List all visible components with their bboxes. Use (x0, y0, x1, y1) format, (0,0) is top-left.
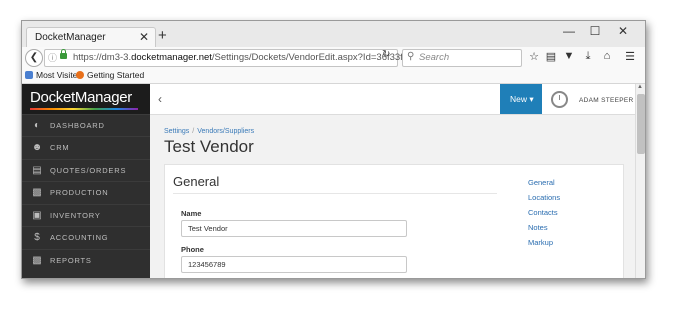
logo-text: DocketManager (30, 89, 132, 106)
user-menu[interactable]: ADAM STEEPER ▾ (579, 96, 639, 104)
back-arrow-icon[interactable]: ❮ (25, 49, 43, 67)
sidebar: DocketManager ◐ DASHBOARD ☻ CRM ▤ QUOTES… (22, 84, 150, 278)
sidebar-item-accounting[interactable]: $ ACCOUNTING (22, 226, 150, 249)
phone-field[interactable] (181, 256, 407, 273)
section-link-notes[interactable]: Notes (528, 223, 548, 232)
bookmark-getting-started[interactable]: Getting Started (76, 70, 144, 80)
section-link-contacts[interactable]: Contacts (528, 208, 558, 217)
most-visited-icon (25, 71, 33, 79)
reload-icon[interactable]: ↻ (382, 49, 390, 60)
download-icon[interactable]: ⤓ (580, 50, 596, 63)
address-bar[interactable]: ⓘ https://dm3-3.docketmanager.net/Settin… (44, 49, 424, 67)
scroll-up-icon[interactable]: ▲ (637, 84, 643, 90)
pocket-icon[interactable]: ▼ (561, 50, 577, 62)
url-text: https://dm3-3.docketmanager.net/Settings… (73, 52, 424, 63)
section-link-markup[interactable]: Markup (528, 238, 553, 247)
bookmark-star-icon[interactable]: ☆ (526, 50, 542, 63)
panel-title: General (173, 174, 220, 189)
name-label: Name (181, 209, 202, 218)
history-clock-icon[interactable] (551, 91, 568, 108)
sidebar-item-dashboard[interactable]: ◐ DASHBOARD (22, 114, 150, 137)
breadcrumb: Settings / Vendors/Suppliers (164, 128, 255, 135)
dashboard-icon: ◐ (33, 120, 41, 131)
logo-underline (30, 108, 138, 110)
browser-tab[interactable]: DocketManager ✕ (26, 27, 156, 48)
breadcrumb-settings[interactable]: Settings (164, 128, 189, 135)
production-icon: ▩ (32, 187, 42, 198)
document-icon: ▤ (32, 165, 42, 176)
logo[interactable]: DocketManager (22, 84, 150, 114)
app-viewport: DocketManager ◐ DASHBOARD ☻ CRM ▤ QUOTES… (22, 84, 645, 278)
inventory-icon: ▣ (32, 210, 42, 221)
tab-strip: DocketManager ✕ + — ☐ ✕ (22, 21, 645, 48)
phone-label: Phone (181, 245, 204, 254)
dollar-icon: $ (34, 232, 40, 243)
top-bar: ‹ New ▾ ADAM STEEPER ▾ (150, 84, 639, 115)
breadcrumb-vendors[interactable]: Vendors/Suppliers (197, 128, 254, 135)
divider (173, 193, 497, 194)
firefox-icon (76, 71, 84, 79)
chevron-left-icon[interactable]: ‹ (158, 92, 162, 106)
sidebar-item-reports[interactable]: ▩ REPORTS (22, 249, 150, 272)
scroll-thumb[interactable] (637, 94, 645, 154)
search-icon: ⚲ (407, 51, 415, 62)
reading-list-icon[interactable]: ▤ (543, 50, 559, 63)
navigation-toolbar: ❮ ⓘ https://dm3-3.docketmanager.net/Sett… (22, 47, 645, 70)
new-button[interactable]: New ▾ (500, 84, 542, 114)
sidebar-item-production[interactable]: ▩ PRODUCTION (22, 181, 150, 204)
minimize-icon[interactable]: — (558, 24, 580, 38)
page-title: Test Vendor (164, 137, 254, 156)
sidebar-item-quotes-orders[interactable]: ▤ QUOTES/ORDERS (22, 159, 150, 182)
maximize-icon[interactable]: ☐ (584, 24, 606, 38)
browser-window: DocketManager ✕ + — ☐ ✕ ❮ ⓘ https://dm3-… (21, 20, 646, 279)
users-icon: ☻ (31, 142, 43, 153)
bar-chart-icon: ▩ (32, 255, 42, 266)
sidebar-item-crm[interactable]: ☻ CRM (22, 136, 150, 159)
home-icon[interactable]: ⌂ (599, 50, 615, 62)
bookmarks-bar: Most Visited Getting Started (22, 69, 645, 84)
sidebar-item-inventory[interactable]: ▣ INVENTORY (22, 204, 150, 227)
name-field[interactable] (181, 220, 407, 237)
bookmark-most-visited[interactable]: Most Visited (25, 70, 82, 80)
new-tab-button[interactable]: + (158, 27, 167, 44)
info-icon[interactable]: ⓘ (48, 51, 57, 64)
close-tab-icon[interactable]: ✕ (139, 30, 149, 44)
section-link-locations[interactable]: Locations (528, 193, 560, 202)
search-box[interactable]: ⚲ Search (402, 49, 522, 67)
general-panel: General Name Phone General Locations Con… (164, 164, 624, 278)
page-scrollbar[interactable]: ▲ (635, 84, 645, 278)
menu-icon[interactable]: ☰ (622, 50, 638, 63)
tab-title: DocketManager (35, 32, 106, 43)
close-window-icon[interactable]: ✕ (612, 24, 634, 38)
lock-icon (60, 49, 67, 59)
search-placeholder: Search (419, 52, 450, 63)
section-link-general[interactable]: General (528, 178, 555, 187)
